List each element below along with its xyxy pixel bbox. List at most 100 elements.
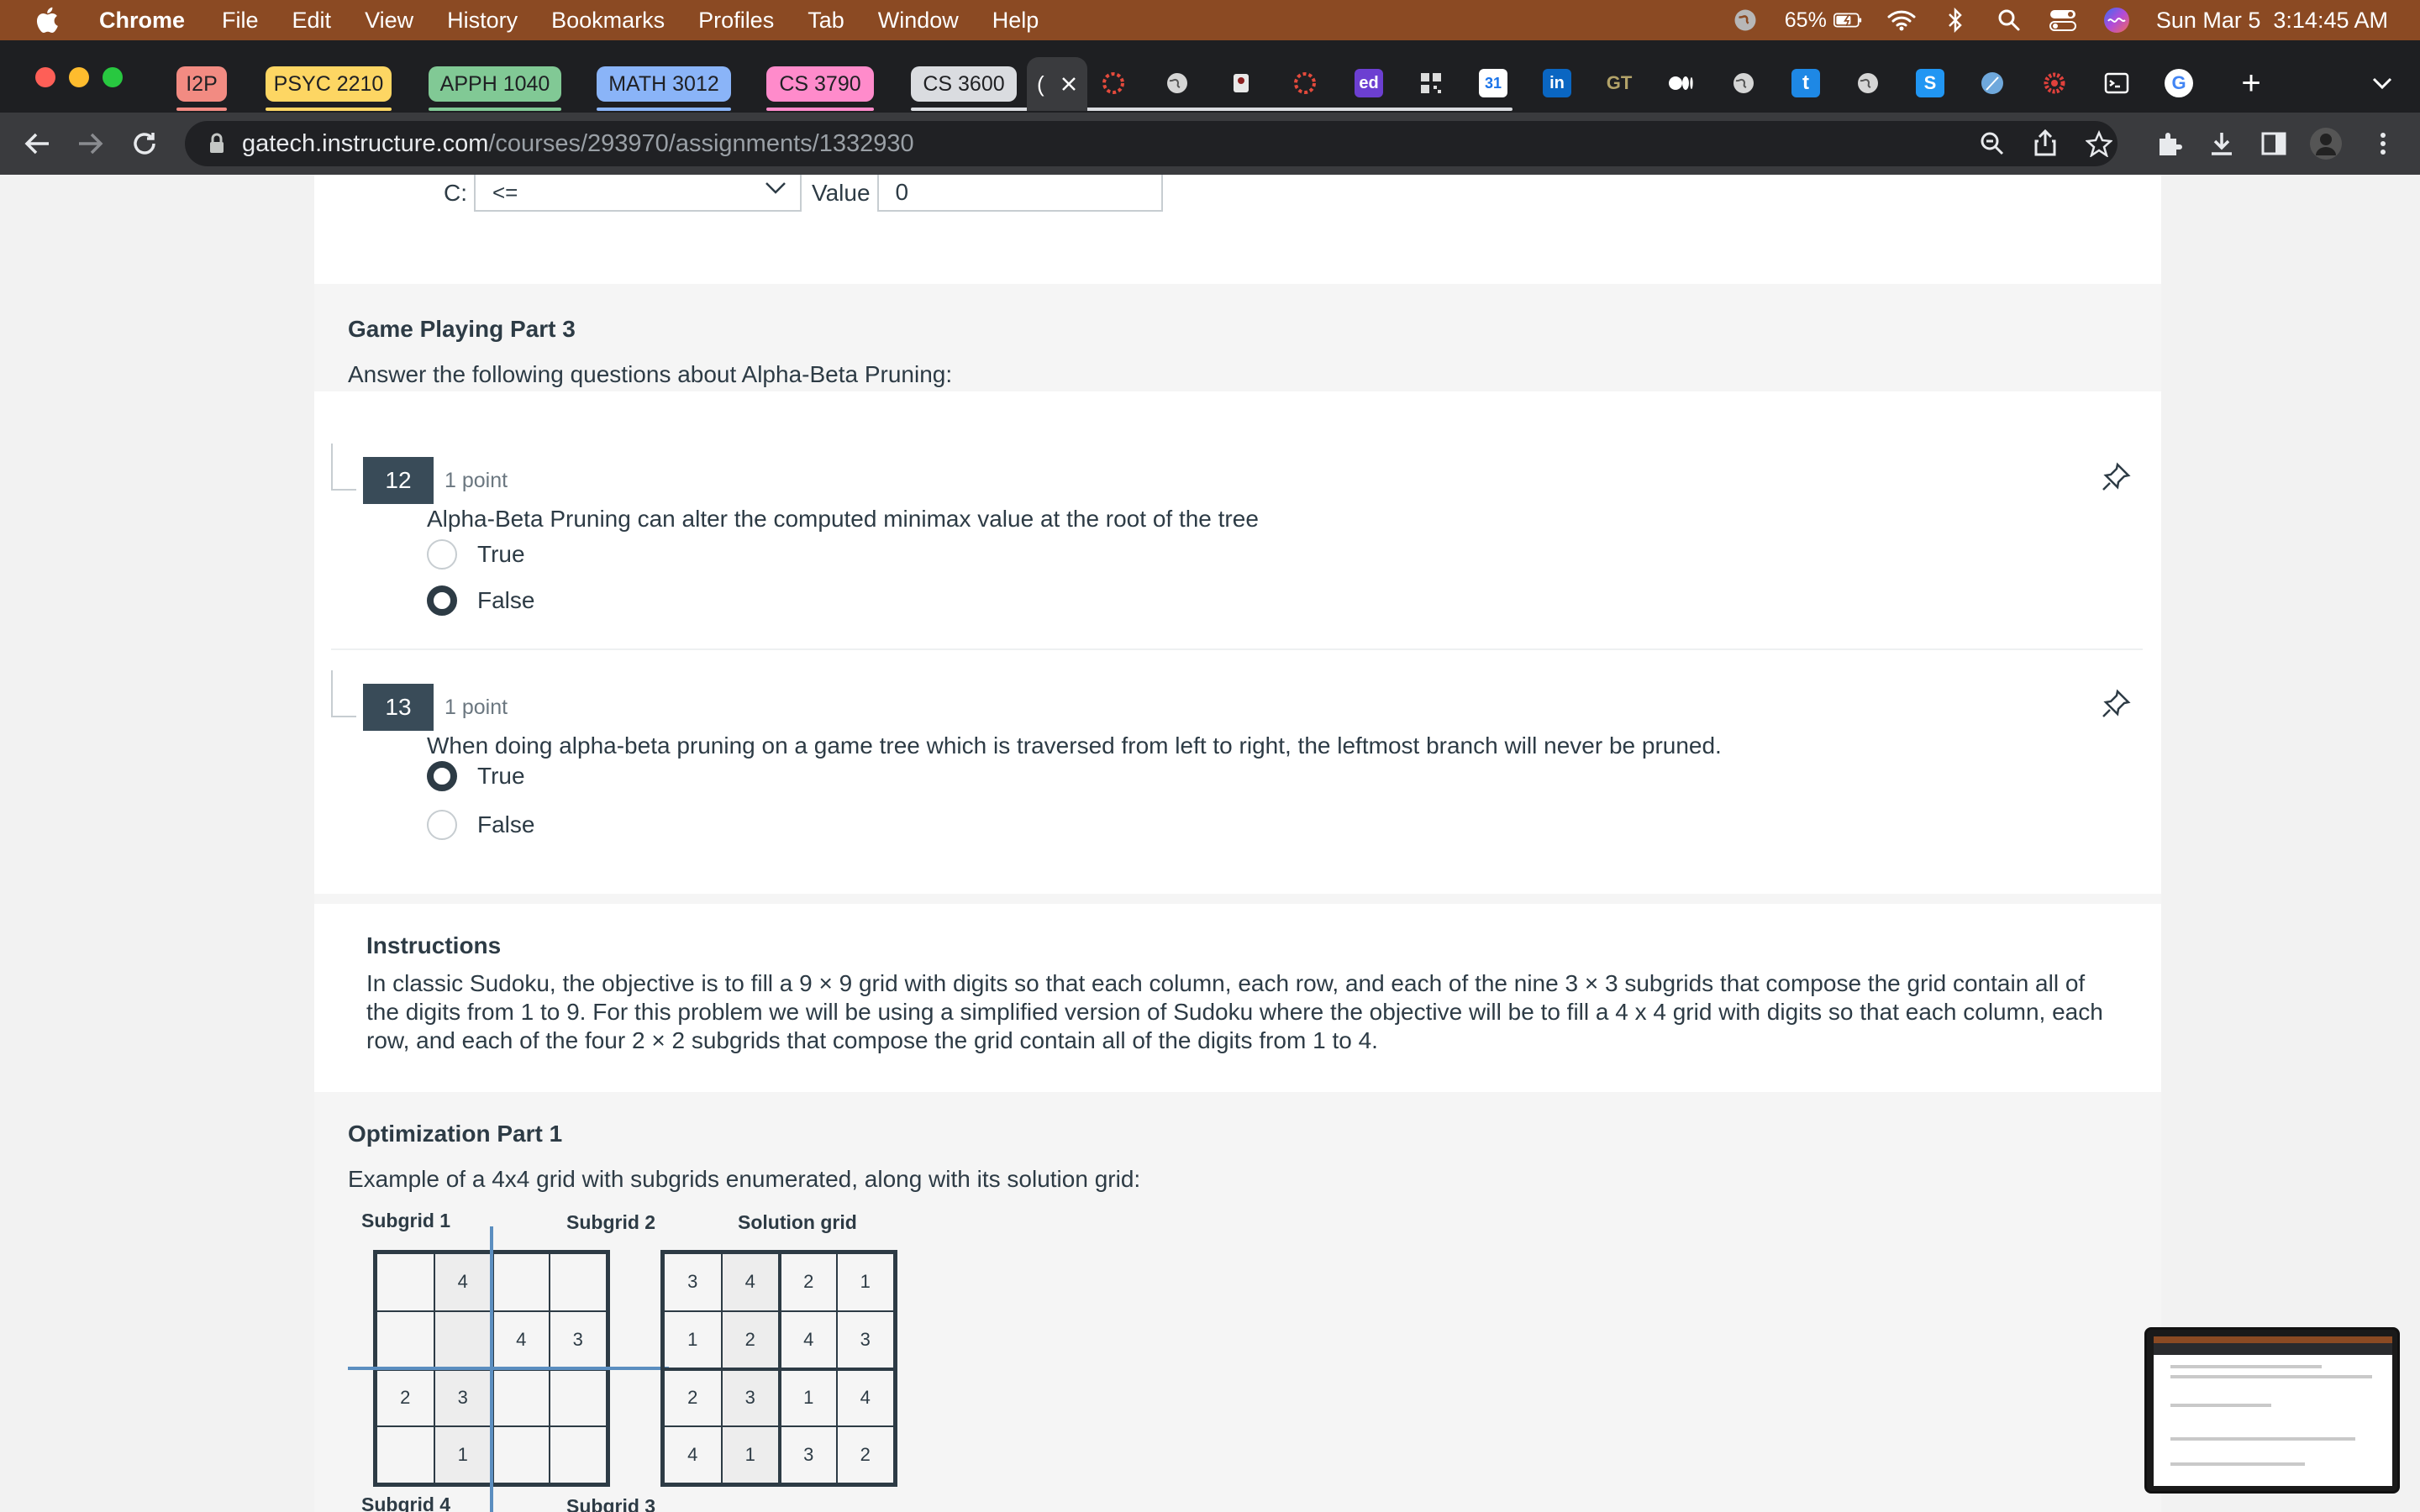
flag-question-pin-icon[interactable] — [2101, 462, 2131, 492]
download-icon[interactable] — [2203, 125, 2240, 162]
value-input[interactable]: 0 — [876, 175, 1163, 212]
side-panel-icon[interactable] — [2255, 125, 2292, 162]
tab-group-math-3012[interactable]: MATH 3012 — [597, 66, 731, 102]
s-favicon-icon[interactable]: S — [1916, 69, 1944, 97]
subgrid-divider-horizontal — [348, 1367, 669, 1370]
answer-true[interactable]: True — [427, 759, 525, 793]
subgrid-1-label: Subgrid 1 — [361, 1210, 451, 1231]
answer-true[interactable]: True — [427, 538, 525, 571]
section-title: Optimization Part 1 — [348, 1121, 563, 1147]
answer-label: True — [477, 763, 525, 789]
bookmark-star-icon[interactable] — [2086, 130, 2112, 157]
tab-group-label: MATH 3012 — [608, 71, 719, 96]
window-minimize-button[interactable] — [69, 67, 89, 87]
tab-group-cs-3600[interactable]: CS 3600 — [911, 66, 1017, 102]
gear-favicon-icon[interactable] — [2040, 69, 2069, 97]
feather-favicon-icon[interactable] — [1978, 69, 2007, 97]
question-13: 13 1 point When doing alpha-beta pruning… — [331, 670, 2143, 872]
menu-edit[interactable]: Edit — [292, 8, 332, 34]
tab-search-chevron-icon[interactable] — [2368, 69, 2396, 97]
close-tab-icon[interactable] — [1060, 76, 1077, 92]
menu-help[interactable]: Help — [992, 8, 1039, 34]
tab-group-underline — [266, 108, 392, 111]
address-bar[interactable]: gatech.instructure.com/courses/293970/as… — [185, 121, 2118, 166]
window-zoom-button[interactable] — [103, 67, 123, 87]
spotlight-search-icon[interactable] — [1995, 6, 2023, 34]
macos-menu-bar: Chrome File Edit View History Bookmarks … — [0, 0, 2420, 40]
menu-tab[interactable]: Tab — [808, 8, 844, 34]
radio-false-selected[interactable] — [427, 585, 457, 616]
sudoku-cell: 4 — [721, 1253, 779, 1311]
app-name-menu[interactable]: Chrome — [99, 8, 185, 34]
reload-icon[interactable] — [126, 125, 163, 162]
canvas-favicon-icon[interactable] — [1099, 69, 1128, 97]
globe-favicon-icon[interactable] — [1163, 69, 1192, 97]
c-operator-select[interactable]: <= — [474, 175, 802, 212]
lock-icon[interactable] — [208, 133, 225, 155]
sudoku-cell: 4 — [492, 1310, 550, 1368]
gt-favicon-icon[interactable]: GT — [1605, 69, 1634, 97]
menubar-datetime[interactable]: Sun Mar 5 3:14:45 AM — [2156, 8, 2388, 34]
chrome-menu-icon[interactable] — [2365, 125, 2402, 162]
menu-view[interactable]: View — [365, 8, 413, 34]
radio-true[interactable] — [427, 539, 457, 570]
ed-favicon-icon[interactable]: ed — [1355, 69, 1383, 97]
sudoku-cell: 4 — [664, 1425, 722, 1483]
window-close-button[interactable] — [35, 67, 55, 87]
instructions-gap — [314, 894, 2161, 900]
tab-group-label: PSYC 2210 — [273, 71, 384, 96]
answer-false[interactable]: False — [427, 808, 534, 842]
profile-favicon-icon[interactable] — [1227, 69, 1255, 97]
solution-grid: 3421124323144132 — [660, 1250, 897, 1487]
medium-favicon-icon[interactable] — [1667, 69, 1696, 97]
globe-status-icon[interactable] — [1731, 6, 1760, 34]
tab-group-psyc-2210[interactable]: PSYC 2210 — [266, 66, 392, 102]
forward-arrow-icon[interactable] — [72, 125, 109, 162]
tab-group-i2p[interactable]: I2P — [176, 66, 227, 102]
globe-favicon-icon[interactable] — [1729, 69, 1758, 97]
page-viewport[interactable]: C: <= Value 0 Game Playing Part 3 Answer… — [0, 175, 2420, 1512]
active-tab[interactable]: ( — [1027, 57, 1087, 111]
back-arrow-icon[interactable] — [18, 125, 55, 162]
menu-history[interactable]: History — [447, 8, 518, 34]
instructions-body: In classic Sudoku, the objective is to f… — [366, 970, 2103, 1053]
subgrid-2-label: Subgrid 2 — [566, 1211, 656, 1233]
globe-favicon-icon[interactable] — [1854, 69, 1882, 97]
menu-window[interactable]: Window — [878, 8, 959, 34]
bluetooth-icon[interactable] — [1941, 6, 1970, 34]
sudoku-cell: 1 — [721, 1425, 779, 1483]
answer-false[interactable]: False — [427, 584, 534, 617]
google-favicon-icon[interactable]: G — [2165, 69, 2193, 97]
wifi-icon[interactable] — [1887, 6, 1916, 34]
sudoku-cell: 2 — [664, 1368, 722, 1426]
profile-avatar[interactable] — [2307, 125, 2344, 162]
zoom-icon[interactable] — [1980, 131, 2005, 156]
new-tab-button[interactable]: + — [2237, 65, 2265, 102]
sudoku-cell — [492, 1368, 550, 1426]
tab-group-label: CS 3790 — [779, 71, 861, 96]
flag-question-pin-icon[interactable] — [2101, 689, 2131, 719]
t-favicon-icon[interactable]: t — [1791, 69, 1820, 97]
instructions-title: Instructions — [366, 932, 502, 958]
menu-file[interactable]: File — [222, 8, 259, 34]
canvas-favicon-icon[interactable] — [1291, 69, 1319, 97]
tab-group-cs-3790[interactable]: CS 3790 — [766, 66, 874, 102]
apple-logo-icon[interactable] — [34, 5, 64, 35]
control-center-icon[interactable] — [2049, 6, 2077, 34]
share-icon[interactable] — [2033, 129, 2057, 156]
radio-false[interactable] — [427, 810, 457, 840]
siri-icon[interactable] — [2102, 6, 2131, 34]
menu-bookmarks[interactable]: Bookmarks — [551, 8, 665, 34]
tab-group-apph-1040[interactable]: APPH 1040 — [429, 66, 561, 102]
radio-true-selected[interactable] — [427, 761, 457, 791]
calendar-favicon-icon[interactable]: 31 — [1479, 69, 1507, 97]
tab-group-underline — [176, 108, 227, 111]
terminal-favicon-icon[interactable] — [2102, 69, 2131, 97]
battery-icon[interactable] — [1833, 6, 1862, 34]
menu-profiles[interactable]: Profiles — [698, 8, 774, 34]
qr-favicon-icon[interactable] — [1417, 69, 1445, 97]
question-12: 12 1 point Alpha-Beta Pruning can alter … — [331, 444, 2143, 637]
linkedin-favicon-icon[interactable]: in — [1543, 69, 1571, 97]
screenshot-thumbnail-preview[interactable] — [2144, 1327, 2400, 1494]
extensions-puzzle-icon[interactable] — [2151, 125, 2188, 162]
